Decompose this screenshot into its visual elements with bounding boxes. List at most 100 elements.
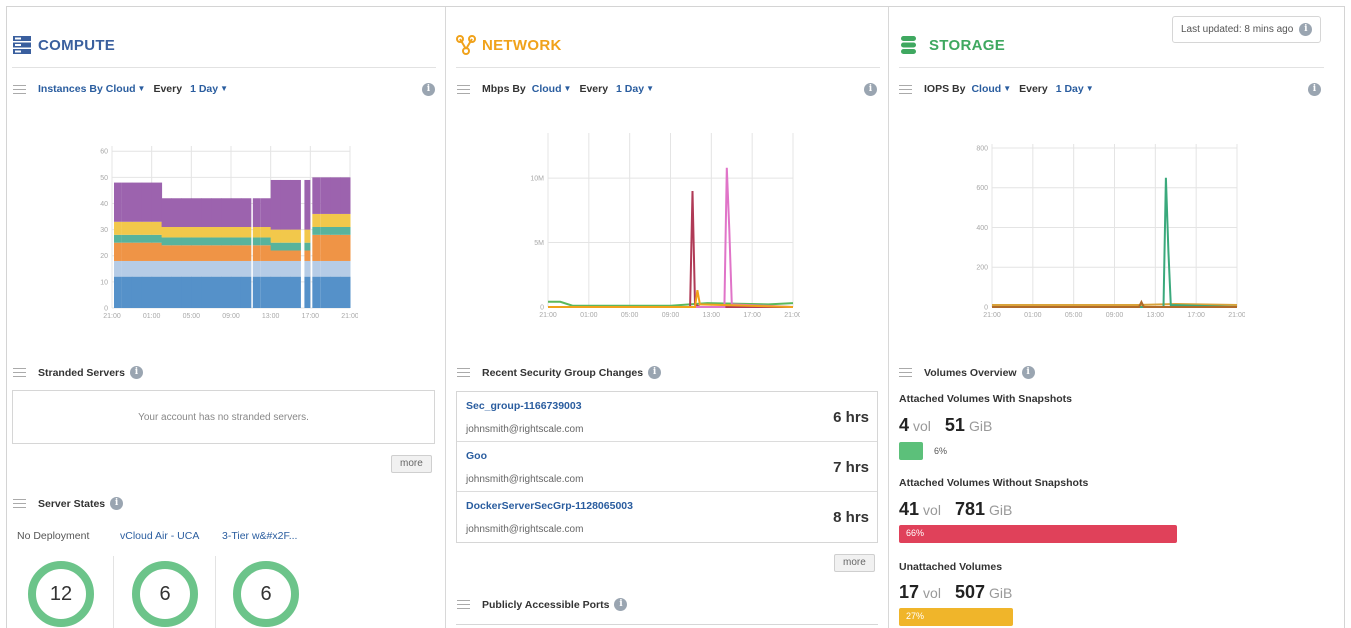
y-tick-label: 50 [100,175,108,182]
area-segment [231,276,242,308]
area-segment [270,229,282,243]
area-segment [171,227,182,238]
drag-handle-icon[interactable] [457,368,470,377]
area-segment [151,221,163,235]
x-tick-label: 01:00 [1024,312,1042,319]
area-segment [320,177,331,214]
area-segment [151,242,163,261]
info-icon[interactable]: i [1021,366,1035,379]
more-button[interactable]: more [834,554,875,572]
area-segment [330,260,341,277]
mbps-line-chart: 21:00 01:00 05:00 09:00 13:00 17:00 21:0005M10… [530,133,800,319]
security-group-name[interactable]: Goo [466,450,487,462]
volume-stats: 17 vol 507 GiB [899,582,1026,603]
server-states-header: Server States i [13,497,124,510]
area-segment [304,260,311,277]
area-segment [201,276,212,308]
list-item[interactable]: Goo johnsmith@rightscale.com 7 hrs [457,442,877,492]
drag-handle-icon[interactable] [899,368,912,377]
info-icon[interactable]: i [422,83,435,96]
security-group-name[interactable]: DockerServerSecGrp-1128065003 [466,500,633,512]
area-segment [121,182,133,222]
list-item[interactable]: Sec_group-1166739003 johnsmith@rightscal… [457,392,877,442]
drag-handle-icon[interactable] [899,84,912,94]
area-segment [131,276,143,308]
area-segment [330,213,341,227]
column-divider [888,7,889,628]
area-segment [330,234,341,261]
x-tick-label: 09:00 [662,312,680,319]
drag-handle-icon[interactable] [13,499,26,508]
area-segment [114,182,122,222]
area-segment [151,276,163,308]
state-count-ring[interactable]: 6 [233,561,299,627]
x-tick-label: 05:00 [183,313,201,320]
state-group-label[interactable]: No Deployment [17,530,89,542]
metric-label: IOPS By [924,83,966,95]
volume-group-label: Unattached Volumes [899,561,1003,573]
info-icon[interactable]: i [864,83,877,96]
area-segment [201,198,212,227]
info-icon[interactable]: i [648,366,662,379]
state-count-ring[interactable]: 12 [28,561,94,627]
more-button[interactable]: more [391,455,432,473]
x-tick-label: 09:00 [1106,312,1124,319]
x-tick-label: 21:00 [341,313,358,320]
area-segment [330,276,341,308]
area-segment [161,260,172,277]
state-group-label[interactable]: 3-Tier w&#x2F... [222,530,297,542]
area-segment [221,237,232,246]
area-segment [181,276,192,308]
divider [456,624,878,625]
period-select[interactable]: 1 Day ▼ [616,83,654,95]
size-unit: GiB [988,585,1013,601]
state-count-ring[interactable]: 6 [132,561,198,627]
security-group-name[interactable]: Sec_group-1166739003 [466,400,582,412]
area-segment [114,242,122,261]
volume-stats: 4 vol 51 GiB [899,415,1006,436]
divider [456,67,880,68]
last-updated-text: Last updated: 8 mins ago [1181,24,1294,35]
info-icon[interactable]: i [1308,83,1321,96]
info-icon[interactable]: i [129,366,143,379]
group-select[interactable]: Cloud ▼ [106,83,146,95]
area-segment [330,177,341,214]
time-ago: 6 hrs [833,409,869,426]
period-select[interactable]: 1 Day ▼ [1056,83,1094,95]
network-header: NETWORK [456,35,562,55]
every-label: Every [153,83,183,95]
x-tick-label: 21:00 [539,312,557,319]
area-segment [191,198,202,227]
x-tick-label: 01:00 [143,313,161,320]
area-segment [231,237,242,246]
area-segment [270,260,282,277]
area-segment [231,227,242,238]
group-select[interactable]: Cloud ▼ [532,83,572,95]
period-select[interactable]: 1 Day ▼ [190,83,228,95]
user-email: johnsmith@rightscale.com [466,424,584,435]
progress-bar [899,442,923,460]
area-segment [211,227,222,238]
area-segment [181,227,192,238]
drag-handle-icon[interactable] [13,368,26,377]
progress-bar: 66% [899,525,1177,543]
group-select[interactable]: Cloud ▼ [971,83,1011,95]
divider [113,556,114,628]
drag-handle-icon[interactable] [457,600,470,609]
drag-handle-icon[interactable] [13,84,26,94]
info-icon[interactable]: i [614,598,628,611]
state-group-label[interactable]: vCloud Air - UCA [120,530,199,542]
drag-handle-icon[interactable] [457,84,470,94]
info-icon[interactable]: i [110,497,124,510]
chevron-down-icon: ▼ [646,84,654,93]
y-tick-label: 40 [100,201,108,208]
area-segment [252,260,261,277]
storage-header: STORAGE [899,35,1005,55]
area-segment [280,179,291,230]
area-segment [171,276,182,308]
area-segment [312,227,321,235]
info-icon[interactable]: i [1299,23,1313,36]
list-item[interactable]: DockerServerSecGrp-1128065003 johnsmith@… [457,492,877,542]
y-tick-label: 600 [976,185,988,192]
area-segment [304,242,311,251]
